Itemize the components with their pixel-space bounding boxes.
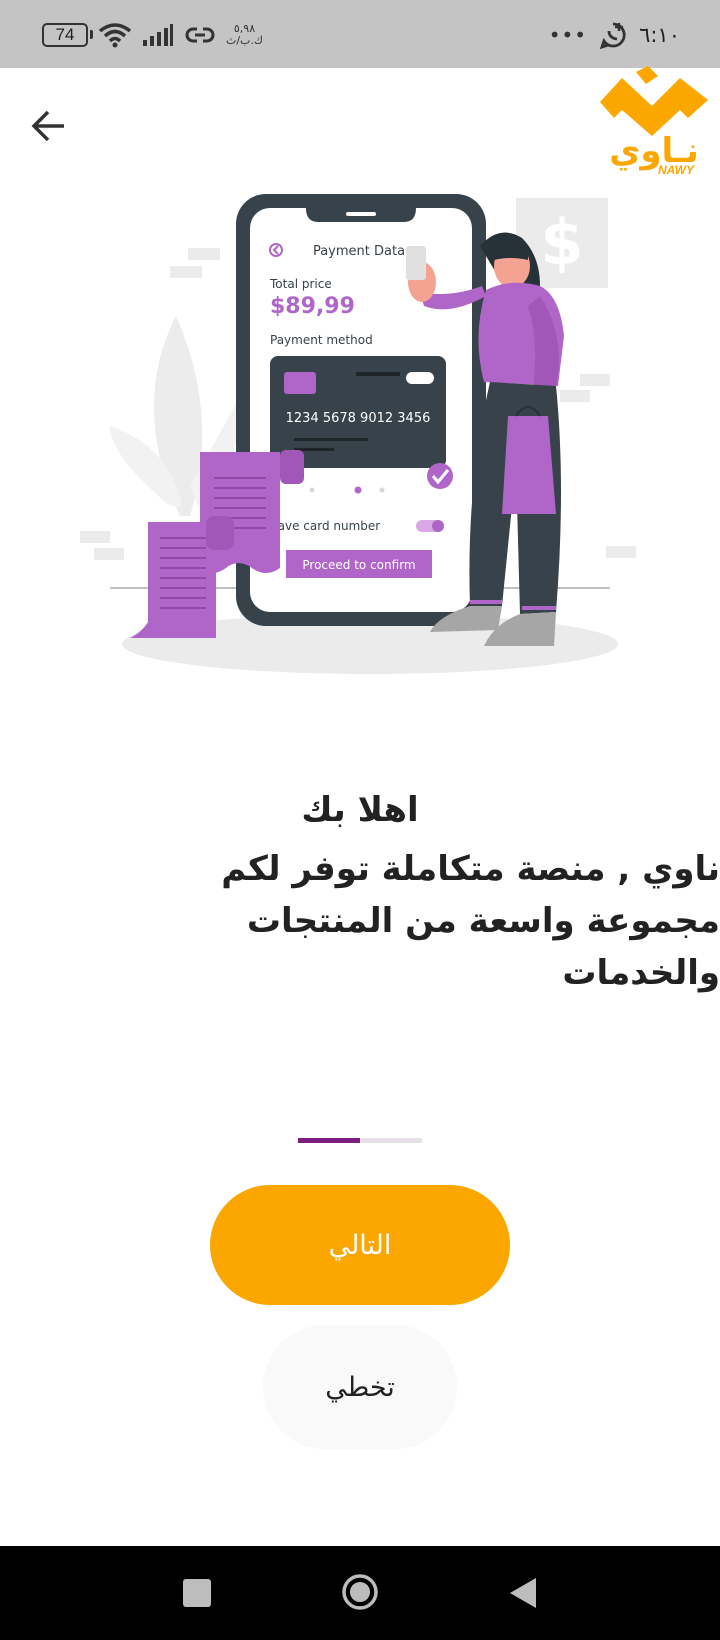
status-bar: 74 ٥,٩٨ ك.ب/ث ••• ٦:١٠ bbox=[0, 0, 720, 68]
speed-unit: ك.ب/ث bbox=[226, 34, 263, 47]
whatsapp-icon bbox=[599, 22, 626, 49]
proceed-label: Proceed to confirm bbox=[302, 558, 415, 572]
next-button-label: التالي bbox=[328, 1229, 392, 1261]
receipt-front bbox=[130, 522, 216, 638]
skip-button[interactable]: تخطي bbox=[263, 1325, 457, 1449]
onboarding-title: اهلا بك bbox=[301, 790, 419, 830]
hotspot-link-icon bbox=[185, 27, 215, 43]
more-notifications-icon: ••• bbox=[548, 23, 588, 47]
payment-illustration: $ Payment Data Total price $89,99 Paymen… bbox=[70, 186, 650, 716]
total-price-label: Total price bbox=[269, 277, 332, 291]
check-badge bbox=[427, 463, 453, 489]
status-right: ••• ٦:١٠ bbox=[549, 20, 680, 50]
dollar-sign: $ bbox=[540, 206, 583, 279]
network-speed: ٥,٩٨ ك.ب/ث bbox=[226, 23, 263, 47]
logo-latin: NAWY bbox=[658, 163, 695, 177]
recent-apps-icon[interactable] bbox=[183, 1579, 211, 1607]
signal-icon bbox=[143, 24, 173, 46]
system-back-icon[interactable] bbox=[508, 1576, 538, 1610]
onboarding-subtitle: ناوي , منصة متكاملة توفر لكم مجموعة واسع… bbox=[221, 849, 720, 993]
status-left: 74 ٥,٩٨ ك.ب/ث bbox=[42, 20, 263, 50]
wifi-icon bbox=[98, 23, 132, 48]
page-indicator bbox=[298, 1138, 422, 1143]
card-number: 1234 5678 9012 3456 bbox=[286, 411, 431, 426]
page-indicator-active bbox=[298, 1138, 360, 1143]
battery-level: 74 bbox=[55, 25, 75, 44]
skip-button-label: تخطي bbox=[325, 1371, 395, 1403]
battery-icon: 74 bbox=[42, 23, 93, 47]
home-icon[interactable] bbox=[341, 1573, 379, 1611]
total-price-value: $89,99 bbox=[270, 294, 355, 319]
save-card-label: Save card number bbox=[270, 519, 380, 533]
arrow-left-icon bbox=[31, 110, 64, 142]
payment-data-title: Payment Data bbox=[313, 244, 405, 259]
payment-method-label: Payment method bbox=[270, 333, 373, 347]
nawy-logo: نـاوي NAWY bbox=[596, 66, 714, 178]
clock: ٦:١٠ bbox=[639, 23, 680, 47]
back-button[interactable] bbox=[28, 106, 68, 146]
next-button[interactable]: التالي bbox=[210, 1185, 510, 1305]
